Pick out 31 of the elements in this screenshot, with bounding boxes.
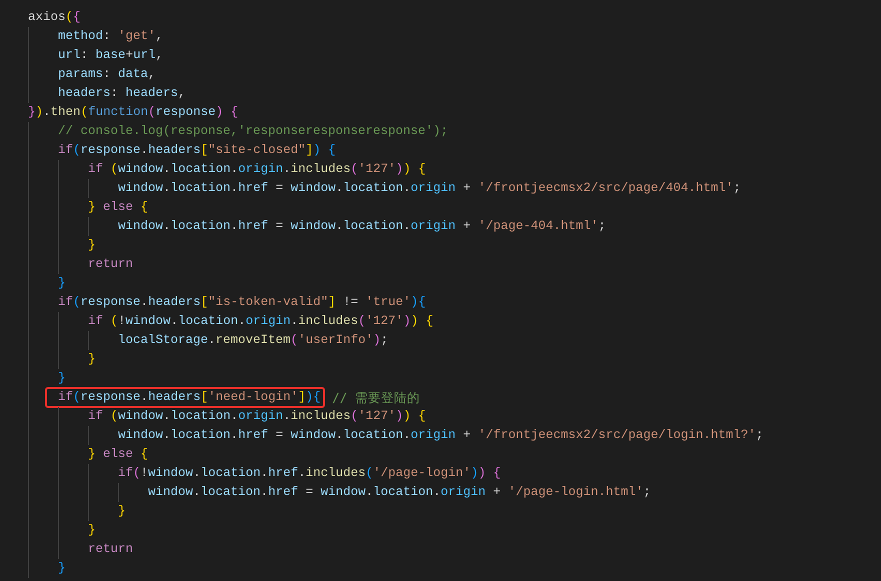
code-line: }	[58, 370, 66, 387]
code-line: window.location.href = window.location.origin + '/frontjeecmsx2/src/page/404.html';	[118, 180, 741, 197]
code-line: }).then(function(response) {	[28, 104, 238, 121]
code-line: } else {	[88, 199, 148, 216]
code-comment: // 需要登陆的	[331, 389, 420, 407]
code-line: }	[58, 275, 66, 292]
code-line: localStorage.removeItem('userInfo');	[118, 332, 388, 349]
code-line: }	[58, 560, 66, 577]
code-line: }	[88, 351, 96, 368]
code-line: }	[118, 503, 126, 520]
code-line: // console.log(response,'responseresponseresponse');	[58, 123, 448, 140]
code-line: url: base+url,	[58, 47, 164, 64]
code-line: window.location.href = window.location.origin + '/page-404.html';	[118, 218, 606, 235]
code-line: axios({	[28, 9, 81, 26]
code-line: } else {	[88, 446, 148, 463]
code-line: if (window.location.origin.includes('127')) {	[88, 408, 426, 425]
code-line: if (!window.location.origin.includes('127')) {	[88, 313, 434, 330]
code-line: if(response.headers["is-token-valid"] != 'true'){	[58, 294, 426, 311]
code-line: if (window.location.origin.includes('127')) {	[88, 161, 426, 178]
code-line: method: 'get',	[58, 28, 164, 45]
code-line: return	[88, 256, 134, 273]
code-line: headers: headers,	[58, 85, 186, 102]
code-line: if(response.headers["site-closed"]) {	[58, 142, 336, 159]
code-line: }	[88, 522, 96, 539]
code-line: if(!window.location.href.includes('/page-login')) {	[118, 465, 501, 482]
code-line: window.location.href = window.location.origin + '/frontjeecmsx2/src/page/login.html?';	[118, 427, 764, 444]
code-line: window.location.href = window.location.origin + '/page-login.html';	[148, 484, 651, 501]
highlighted-code: if(response.headers['need-login']){	[45, 387, 325, 408]
code-line: params: data,	[58, 66, 156, 83]
code-line: return	[88, 541, 134, 558]
code-line: }	[88, 237, 96, 254]
